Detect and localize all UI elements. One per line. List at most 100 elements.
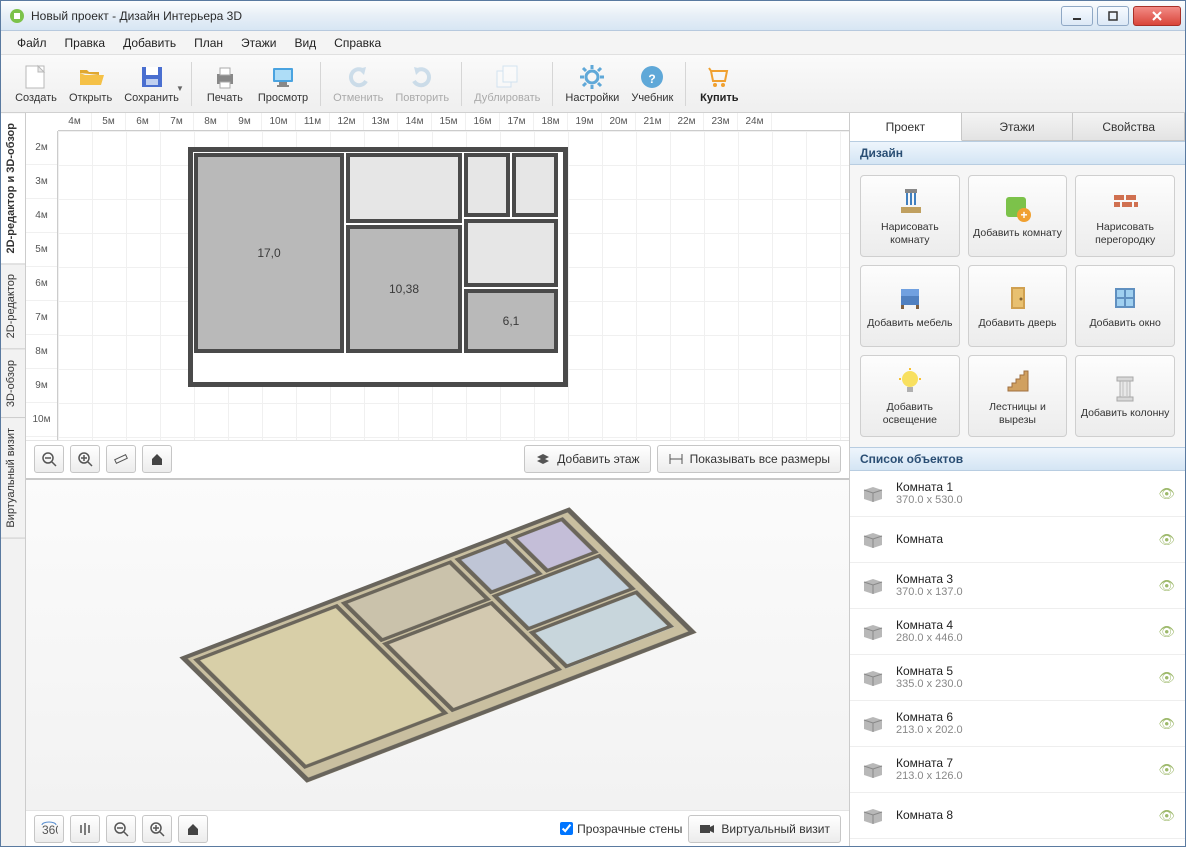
reset-3d-button[interactable] xyxy=(178,815,208,843)
menu-Справка[interactable]: Справка xyxy=(326,33,389,53)
tool-print[interactable]: Печать xyxy=(198,57,252,111)
menu-Вид[interactable]: Вид xyxy=(286,33,324,53)
plan-toolbar: Добавить этаж Показывать все размеры xyxy=(26,440,849,478)
view-3d[interactable] xyxy=(26,480,849,811)
cube-icon xyxy=(860,530,886,550)
zoom-in-3d-button[interactable] xyxy=(142,815,172,843)
settings-icon xyxy=(578,63,606,91)
add-floor-button[interactable]: Добавить этаж xyxy=(524,445,650,473)
tutorial-icon: ? xyxy=(638,63,666,91)
menu-Добавить[interactable]: Добавить xyxy=(115,33,184,53)
rtab-Этажи[interactable]: Этажи xyxy=(962,113,1074,140)
vertical-tabs: 2D-редактор и 3D-обзор2D-редактор3D-обзо… xyxy=(1,113,26,846)
vtab-0[interactable]: 2D-редактор и 3D-обзор xyxy=(1,113,25,264)
titlebar: Новый проект - Дизайн Интерьера 3D xyxy=(1,1,1185,31)
visibility-icon[interactable]: 👁 xyxy=(1158,762,1175,778)
app-icon xyxy=(9,8,25,24)
zoom-out-button[interactable] xyxy=(34,445,64,473)
room-3[interactable]: 6,1 xyxy=(464,289,558,353)
buy-icon xyxy=(705,63,733,91)
tool-save[interactable]: Сохранить▼ xyxy=(118,57,185,111)
design-stairs[interactable]: Лестницы и вырезы xyxy=(968,355,1068,437)
cube-icon xyxy=(860,806,886,826)
design-draw-wall[interactable]: Нарисовать перегородку xyxy=(1075,175,1175,257)
object-row-0[interactable]: Комната 1370.0 x 530.0👁 xyxy=(850,471,1185,517)
tool-undo: Отменить xyxy=(327,57,389,111)
rtab-Проект[interactable]: Проект xyxy=(850,113,962,141)
object-row-5[interactable]: Комната 6213.0 x 202.0👁 xyxy=(850,701,1185,747)
object-row-2[interactable]: Комната 3370.0 x 137.0👁 xyxy=(850,563,1185,609)
svg-text:?: ? xyxy=(649,72,656,86)
vtab-3[interactable]: Виртуальный визит xyxy=(1,418,25,539)
tool-open[interactable]: Открыть xyxy=(63,57,118,111)
room-small-2[interactable] xyxy=(464,153,510,217)
stairs-icon xyxy=(1001,366,1033,398)
object-row-4[interactable]: Комната 5335.0 x 230.0👁 xyxy=(850,655,1185,701)
visibility-icon[interactable]: 👁 xyxy=(1158,624,1175,640)
transparent-walls-checkbox[interactable]: Прозрачные стены xyxy=(560,822,682,836)
redo-icon xyxy=(408,63,436,91)
visibility-icon[interactable]: 👁 xyxy=(1158,532,1175,548)
menu-План[interactable]: План xyxy=(186,33,231,53)
measure-button[interactable] xyxy=(106,445,136,473)
cube-icon xyxy=(860,760,886,780)
add-light-icon xyxy=(894,366,926,398)
cube-icon xyxy=(860,622,886,642)
minimize-button[interactable] xyxy=(1061,6,1093,26)
tool-create[interactable]: Создать xyxy=(9,57,63,111)
add-furn-icon xyxy=(894,282,926,314)
vtab-2[interactable]: 3D-обзор xyxy=(1,350,25,418)
design-add-furn[interactable]: Добавить мебель xyxy=(860,265,960,347)
menu-Этажи[interactable]: Этажи xyxy=(233,33,284,53)
zoom-out-3d-button[interactable] xyxy=(106,815,136,843)
orbit-button[interactable]: 360 xyxy=(34,815,64,843)
zoom-in-button[interactable] xyxy=(70,445,100,473)
tool-preview[interactable]: Просмотр xyxy=(252,57,314,111)
tool-tutorial[interactable]: ?Учебник xyxy=(625,57,679,111)
menu-Правка[interactable]: Правка xyxy=(57,33,114,53)
visibility-icon[interactable]: 👁 xyxy=(1158,716,1175,732)
open-icon xyxy=(77,63,105,91)
floorplan: 17,0 10,38 6,1 xyxy=(188,147,568,387)
object-row-1[interactable]: Комната👁 xyxy=(850,517,1185,563)
show-dimensions-button[interactable]: Показывать все размеры xyxy=(657,445,841,473)
maximize-button[interactable] xyxy=(1097,6,1129,26)
room-small-4[interactable] xyxy=(464,219,558,287)
rtab-Свойства[interactable]: Свойства xyxy=(1073,113,1185,140)
visibility-icon[interactable]: 👁 xyxy=(1158,808,1175,824)
tool-settings[interactable]: Настройки xyxy=(559,57,625,111)
pan-button[interactable] xyxy=(70,815,100,843)
visibility-icon[interactable]: 👁 xyxy=(1158,486,1175,502)
plan-canvas[interactable]: 17,0 10,38 6,1 xyxy=(58,131,849,440)
room-small-3[interactable] xyxy=(512,153,558,217)
tool-redo: Повторить xyxy=(389,57,455,111)
object-row-6[interactable]: Комната 7213.0 x 126.0👁 xyxy=(850,747,1185,793)
ruler-vertical: 2м3м4м5м6м7м8м9м10м xyxy=(26,131,58,440)
visibility-icon[interactable]: 👁 xyxy=(1158,578,1175,594)
design-add-column[interactable]: Добавить колонну xyxy=(1075,355,1175,437)
camera-icon xyxy=(699,823,715,835)
design-add-room[interactable]: +Добавить комнату xyxy=(968,175,1068,257)
menu-Файл[interactable]: Файл xyxy=(9,33,55,53)
visibility-icon[interactable]: 👁 xyxy=(1158,670,1175,686)
preview-icon xyxy=(269,63,297,91)
design-add-light[interactable]: Добавить освещение xyxy=(860,355,960,437)
toolbar: СоздатьОткрытьСохранить▼ПечатьПросмотрОт… xyxy=(1,55,1185,113)
objects-list[interactable]: Комната 1370.0 x 530.0👁Комната👁Комната 3… xyxy=(850,471,1185,846)
room-small-1[interactable] xyxy=(346,153,462,223)
room-2[interactable]: 10,38 xyxy=(346,225,462,353)
tool-buy[interactable]: Купить xyxy=(692,57,746,111)
design-add-door[interactable]: Добавить дверь xyxy=(968,265,1068,347)
vtab-1[interactable]: 2D-редактор xyxy=(1,264,25,349)
add-door-icon xyxy=(1001,282,1033,314)
virtual-visit-button[interactable]: Виртуальный визит xyxy=(688,815,841,843)
close-button[interactable] xyxy=(1133,6,1181,26)
ruler-horizontal: 4м5м6м7м8м9м10м11м12м13м14м15м16м17м18м1… xyxy=(58,113,849,131)
room-1[interactable]: 17,0 xyxy=(194,153,344,353)
design-add-window[interactable]: Добавить окно xyxy=(1075,265,1175,347)
home-button[interactable] xyxy=(142,445,172,473)
design-draw-room[interactable]: Нарисовать комнату xyxy=(860,175,960,257)
object-row-3[interactable]: Комната 4280.0 x 446.0👁 xyxy=(850,609,1185,655)
object-row-7[interactable]: Комната 8👁 xyxy=(850,793,1185,839)
undo-icon xyxy=(344,63,372,91)
